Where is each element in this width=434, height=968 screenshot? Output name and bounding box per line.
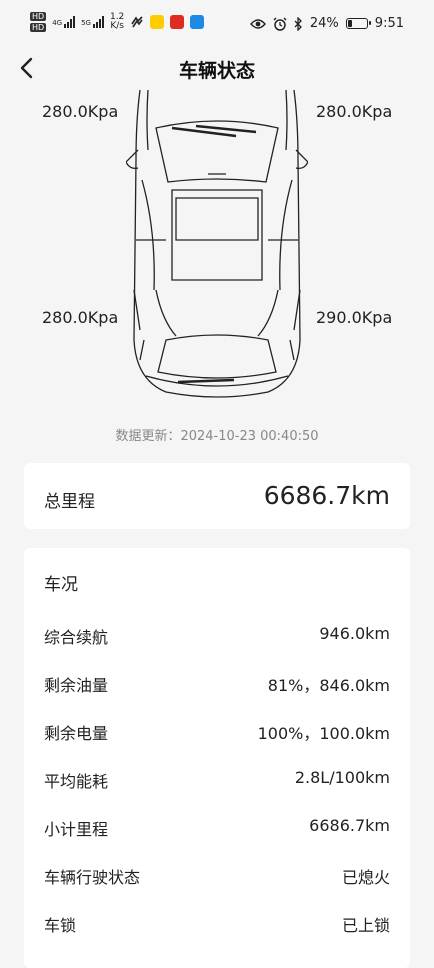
signal-2: 5G <box>81 16 104 28</box>
status-row-battery: 剩余电量 100%，100.0km <box>44 720 390 744</box>
status-row-label: 平均能耗 <box>44 772 109 791</box>
signal-bars-icon <box>64 16 76 28</box>
tire-pressure-rear-left: 280.0Kpa <box>42 308 119 327</box>
battery-icon <box>345 18 371 29</box>
status-row-range: 综合续航 946.0km <box>44 624 390 648</box>
battery-percent: 24% <box>309 16 339 31</box>
status-row-value: 2.8L/100km <box>294 768 390 787</box>
status-bar: HD HD 4G 5G 1.2 K/s 24% 9:51 <box>0 0 434 50</box>
status-bar-left: HD HD 4G 5G 1.2 K/s <box>30 12 205 32</box>
taobao-app-icon <box>170 15 185 29</box>
odometer-label: 总里程 <box>44 492 95 512</box>
network-type-2: 5G <box>81 19 91 27</box>
status-row-label: 小计里程 <box>44 820 109 839</box>
status-row-label: 综合续航 <box>44 628 109 647</box>
clock: 9:51 <box>374 16 404 31</box>
status-row-label: 剩余油量 <box>44 676 109 695</box>
meituan-app-icon <box>150 15 165 29</box>
status-row-lock: 车锁 已上锁 <box>44 912 390 936</box>
header: 车辆状态 <box>0 46 434 90</box>
status-row-label: 剩余电量 <box>44 724 109 743</box>
vehicle-status-title: 车况 <box>44 575 78 595</box>
status-row-trip: 小计里程 6686.7km <box>44 816 390 840</box>
hd-badge: HD <box>30 12 47 21</box>
status-row-value: 81%，846.0km <box>267 676 390 695</box>
alipay-app-icon <box>190 15 205 29</box>
hd-indicators: HD HD <box>30 12 47 32</box>
speed-unit: K/s <box>110 21 124 31</box>
vehicle-status-card: 车况 综合续航 946.0km 剩余油量 81%，846.0km 剩余电量 10… <box>24 548 410 968</box>
status-row-value: 已上锁 <box>341 916 390 935</box>
odometer-card: 总里程 6686.7km <box>24 463 410 529</box>
car-diagram-section: 280.0Kpa 280.0Kpa 280.0Kpa 290.0Kpa <box>0 90 434 420</box>
status-row-value: 6686.7km <box>309 816 390 835</box>
status-row-value: 已熄火 <box>341 868 390 887</box>
tire-pressure-front-right: 280.0Kpa <box>316 102 393 121</box>
battery-fill <box>347 20 352 27</box>
hd-badge-2: HD <box>30 23 47 32</box>
status-row-value: 100%，100.0km <box>257 724 390 743</box>
status-row-driving-state: 车辆行驶状态 已熄火 <box>44 864 390 888</box>
network-type-1: 4G <box>52 19 63 27</box>
page-title: 车辆状态 <box>178 60 255 82</box>
bluetooth-icon <box>294 16 302 31</box>
odometer-value: 6686.7km <box>263 481 390 510</box>
car-top-view-icon <box>126 90 308 398</box>
status-row-label: 车锁 <box>44 916 77 935</box>
tire-pressure-front-left: 280.0Kpa <box>42 102 119 121</box>
tire-pressure-rear-right: 290.0Kpa <box>316 308 393 327</box>
status-row-value: 946.0km <box>319 624 390 643</box>
status-row-label: 车辆行驶状态 <box>44 868 141 887</box>
alarm-icon <box>273 16 287 31</box>
app-notification-icon <box>131 16 143 28</box>
signal-1: 4G <box>52 16 76 28</box>
status-row-fuel: 剩余油量 81%，846.0km <box>44 672 390 696</box>
status-bar-right: 24% 9:51 <box>249 16 404 31</box>
data-update-time: 数据更新：2024-10-23 00:40:50 <box>115 429 319 444</box>
network-speed: 1.2 K/s <box>110 13 124 31</box>
eye-icon <box>249 18 266 29</box>
signal-bars-icon-2 <box>92 16 104 28</box>
status-row-consumption: 平均能耗 2.8L/100km <box>44 768 390 792</box>
